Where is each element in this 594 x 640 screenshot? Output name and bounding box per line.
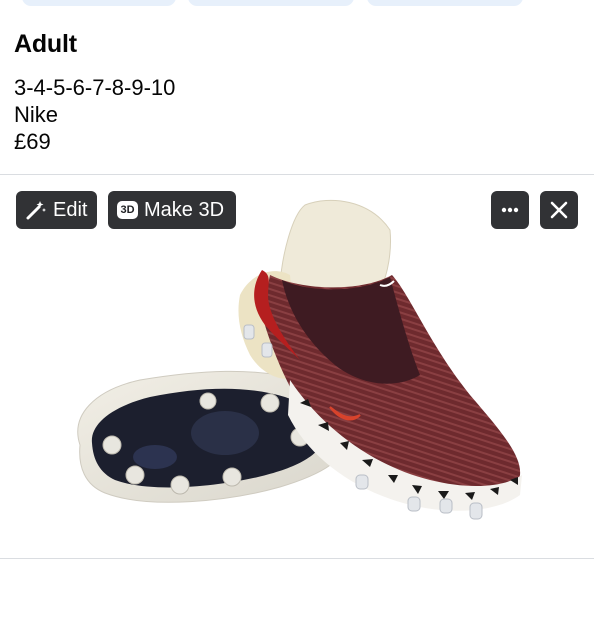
sizes-line: 3-4-5-6-7-8-9-10: [14, 75, 176, 100]
post-details: 3-4-5-6-7-8-9-10 Nike £69: [14, 74, 574, 155]
more-dots-icon: [501, 207, 519, 213]
magic-wand-icon: [25, 199, 47, 221]
post-title: Adult: [14, 30, 77, 58]
filter-chip[interactable]: [188, 0, 354, 6]
edit-label: Edit: [53, 198, 88, 221]
photo-attachment[interactable]: Edit 3D Make 3D: [0, 175, 594, 558]
make-3d-button[interactable]: 3D Make 3D: [108, 191, 236, 229]
divider: [0, 558, 594, 559]
filter-chip[interactable]: [367, 0, 523, 6]
close-icon: [550, 201, 568, 219]
brand-line: Nike: [14, 102, 59, 127]
make-3d-label: Make 3D: [144, 198, 225, 221]
post-text: Adult 3-4-5-6-7-8-9-10 Nike £69: [14, 28, 574, 155]
boots-photo: [77, 199, 522, 520]
more-options-button[interactable]: [491, 191, 529, 229]
remove-photo-button[interactable]: [540, 191, 578, 229]
price-line: £69: [14, 129, 51, 154]
edit-button[interactable]: Edit: [16, 191, 97, 229]
filter-chip[interactable]: [22, 0, 176, 6]
filter-chips-row: [0, 0, 594, 6]
3d-icon: 3D: [117, 201, 138, 219]
